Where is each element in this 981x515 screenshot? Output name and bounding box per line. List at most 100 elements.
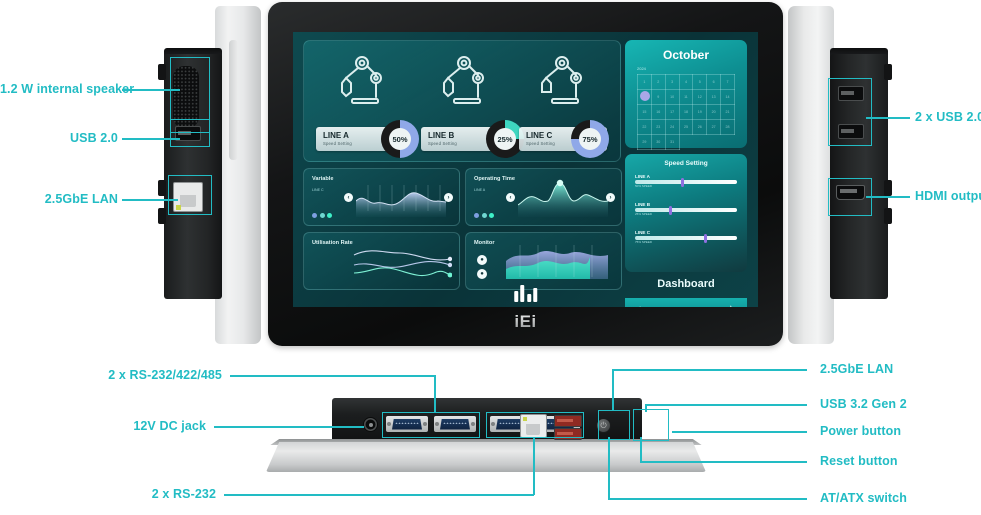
calendar-day[interactable]: 26 xyxy=(692,119,708,135)
calendar-day[interactable]: 17 xyxy=(664,104,680,120)
variable-dots xyxy=(312,213,332,218)
calendar-day[interactable]: 8 xyxy=(637,89,652,105)
home-icon[interactable]: ⌂ xyxy=(638,304,643,307)
leader-lan-bottom-h xyxy=(612,369,807,371)
slider-line-a[interactable]: LINE A 50% SPEED xyxy=(635,174,737,188)
leader-lan-bottom-v xyxy=(612,369,614,411)
bezel-slot xyxy=(229,40,238,160)
highlight-serial-2 xyxy=(486,412,584,438)
operating-time-dots xyxy=(474,213,494,218)
label-dc-jack: 12V DC jack xyxy=(133,419,206,433)
label-usb2: USB 2.0 xyxy=(70,131,118,145)
line-a-sub: Speed Setting xyxy=(323,141,352,146)
calendar-day[interactable]: 24 xyxy=(664,119,680,135)
calendar-day[interactable]: 30 xyxy=(650,134,666,150)
highlight-lan-left xyxy=(168,175,212,215)
line-c-name: LINE C xyxy=(526,131,553,140)
slider-line-b[interactable]: LINE B 25% SPEED xyxy=(635,202,737,216)
right-front-bezel xyxy=(788,6,834,344)
calendar-day[interactable]: 23 xyxy=(650,119,666,135)
calendar-day[interactable]: 13 xyxy=(706,89,722,105)
utilisation-rate-chart xyxy=(353,250,452,278)
calendar-day[interactable]: 11 xyxy=(678,89,694,105)
leader-serial-2-h xyxy=(224,494,534,496)
speed-setting-title: Speed Setting xyxy=(664,160,708,167)
bars-icon[interactable] xyxy=(513,285,538,302)
calendar-day[interactable]: 1 xyxy=(637,74,652,90)
calendar-day[interactable]: 7 xyxy=(720,74,735,90)
touch-screen[interactable]: LINE A Speed Setting 50% LINE B Speed Se… xyxy=(293,32,758,307)
leader-reset-v xyxy=(640,437,642,462)
leader-usb-right xyxy=(866,117,910,119)
calendar-day[interactable]: 21 xyxy=(720,104,735,120)
right-housing-tab-top xyxy=(884,64,892,80)
slider-c-name: LINE C xyxy=(635,230,651,235)
calendar-day[interactable]: 27 xyxy=(706,119,722,135)
label-usb32: USB 3.2 Gen 2 xyxy=(820,397,907,411)
calendar-day[interactable]: 18 xyxy=(678,104,694,120)
line-b-name: LINE B xyxy=(428,131,455,140)
calendar-day[interactable]: 3 xyxy=(664,74,680,90)
calendar-day[interactable]: 2 xyxy=(650,74,666,90)
product-diagram: 1.2 W internal speaker USB 2.0 2.5GbE LA… xyxy=(0,0,981,515)
operating-time-prev-button[interactable]: ‹ xyxy=(506,193,515,202)
dashboard-label: Dashboard xyxy=(657,278,715,290)
calendar-day[interactable]: 25 xyxy=(678,119,694,135)
slider-a-name: LINE A xyxy=(635,174,650,179)
leader-reset-h xyxy=(640,461,807,463)
line-b-value: 25% xyxy=(494,128,516,150)
calendar-day[interactable]: 29 xyxy=(637,134,652,150)
calendar-day[interactable]: 10 xyxy=(664,89,680,105)
calendar-card[interactable]: October 2024 1 2 3 4 5 6 7 8 9 10 11 12 13 14 15 16 17 18… xyxy=(625,40,747,150)
calendar-day[interactable]: 20 xyxy=(706,104,722,120)
calendar-day[interactable]: 12 xyxy=(692,89,708,105)
star-icon[interactable]: ★ xyxy=(727,304,734,307)
calendar-empty xyxy=(693,135,707,150)
calendar-grid[interactable]: 1 2 3 4 5 6 7 8 9 10 11 12 13 14 15 16 17 18 19 20 21 22 23 24 2… xyxy=(637,74,735,150)
calendar-day[interactable]: 28 xyxy=(720,119,735,135)
right-housing-tab-low xyxy=(884,208,892,224)
calendar-day[interactable]: 9 xyxy=(650,89,666,105)
calendar-day[interactable]: 22 xyxy=(637,119,652,135)
calendar-day[interactable]: 5 xyxy=(692,74,708,90)
calendar-day[interactable]: 6 xyxy=(706,74,722,90)
left-housing-tab-mid xyxy=(158,180,166,196)
variable-prev-button[interactable]: ‹ xyxy=(344,193,353,202)
production-lines-card: LINE A Speed Setting 50% LINE B Speed Se… xyxy=(303,40,621,162)
calendar-day[interactable]: 14 xyxy=(720,89,735,105)
bottom-nav-bar[interactable]: ⌂ ○ ▮ ★ xyxy=(625,298,747,307)
operating-time-card[interactable]: Operating Time LINE A ‹ › xyxy=(465,168,622,226)
highlight-usb2 xyxy=(170,119,210,147)
label-lan-bottom: 2.5GbE LAN xyxy=(820,362,894,376)
monitor-button-1[interactable]: ● xyxy=(477,255,487,265)
variable-card[interactable]: Variable LINE C ‹ › xyxy=(303,168,460,226)
slider-line-c[interactable]: LINE C 75% SPEED xyxy=(635,230,737,244)
label-serial-2: 2 x RS-232 xyxy=(151,487,216,501)
dc-jack[interactable] xyxy=(363,417,378,432)
robot-arm-icon xyxy=(541,56,582,104)
leader-usb2 xyxy=(122,138,180,140)
label-speaker: 1.2 W internal speaker xyxy=(0,82,135,96)
front-monitor: LINE A Speed Setting 50% LINE B Speed Se… xyxy=(268,2,783,346)
slider-b-knob[interactable] xyxy=(668,205,672,215)
calendar-day[interactable]: 4 xyxy=(678,74,694,90)
line-a-name: LINE A xyxy=(323,131,349,140)
label-power-button: Power button xyxy=(820,424,902,438)
slider-b-sub: 25% SPEED xyxy=(635,212,653,216)
slider-c-knob[interactable] xyxy=(704,233,708,243)
highlight-usb32 xyxy=(633,409,669,441)
slider-a-knob[interactable] xyxy=(680,177,684,187)
circle-icon[interactable]: ○ xyxy=(668,304,673,307)
left-housing-tab-low xyxy=(158,208,166,224)
variable-chart xyxy=(356,185,446,217)
utilisation-rate-card[interactable]: Utilisation Rate xyxy=(303,232,460,290)
calendar-day[interactable]: 19 xyxy=(692,104,708,120)
leader-atatx-v xyxy=(608,437,610,499)
monitor-button-2[interactable]: ● xyxy=(477,269,487,279)
calendar-day[interactable]: 15 xyxy=(637,104,652,120)
label-usb-right: 2 x USB 2.0 xyxy=(915,110,981,124)
calendar-day[interactable]: 31 xyxy=(664,134,680,150)
monitor-card[interactable]: Monitor ● ● xyxy=(465,232,622,290)
left-housing-tab-top xyxy=(158,64,166,80)
calendar-day[interactable]: 16 xyxy=(650,104,666,120)
